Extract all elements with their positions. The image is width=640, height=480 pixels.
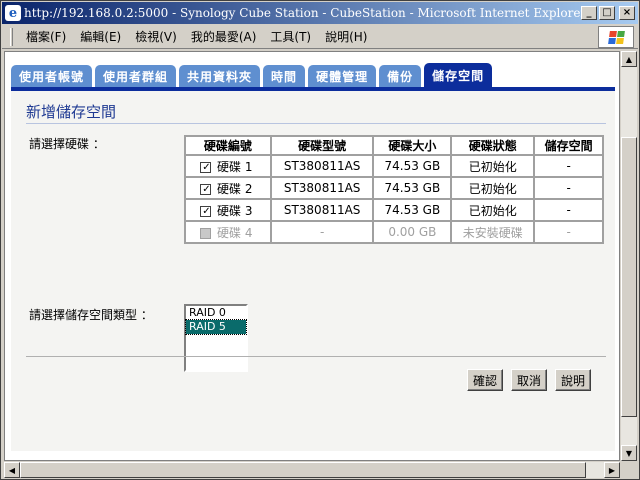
disk-size: 0.00 GB xyxy=(372,220,453,244)
tab-users[interactable]: 使用者帳號 xyxy=(11,65,93,87)
disk-volume: - xyxy=(533,198,604,222)
disk-model: ST380811AS xyxy=(269,198,375,222)
menu-file[interactable]: 檔案(F) xyxy=(19,28,73,45)
disk-model: ST380811AS xyxy=(269,154,375,178)
header-disk-status: 硬碟狀態 xyxy=(450,135,536,156)
tab-groups[interactable]: 使用者群組 xyxy=(95,65,177,87)
horizontal-scroll-thumb[interactable] xyxy=(20,462,586,478)
table-row: 硬碟 2 ST380811AS 74.53 GB 已初始化 - xyxy=(184,176,604,200)
minimize-button[interactable]: _ xyxy=(581,6,597,20)
header-disk-number: 硬碟編號 xyxy=(184,135,272,156)
disk-model: - xyxy=(269,220,375,244)
tab-backup[interactable]: 備份 xyxy=(379,65,422,87)
disk-table: 硬碟編號 硬碟型號 硬碟大小 硬碟狀態 儲存空間 硬碟 1 ST380811AS… xyxy=(184,135,604,244)
disk-number: 硬碟 1 xyxy=(217,159,253,174)
disk-size: 74.53 GB xyxy=(372,154,453,178)
select-disk-label: 請選擇硬碟 ： xyxy=(29,137,105,151)
table-row: 硬碟 4 - 0.00 GB 未安裝硬碟 - xyxy=(184,220,604,244)
menu-bar: 檔案(F) 編輯(E) 檢視(V) 我的最愛(A) 工具(T) 說明(H) xyxy=(2,25,638,49)
divider xyxy=(26,356,606,357)
scroll-right-arrow-icon[interactable]: ▶ xyxy=(604,462,620,478)
disk-number: 硬碟 2 xyxy=(217,181,253,196)
scroll-down-arrow-icon[interactable]: ▼ xyxy=(621,445,637,461)
cancel-button[interactable]: 取消 xyxy=(511,369,548,391)
disk-cell: 硬碟 3 xyxy=(184,198,272,222)
disk-cell: 硬碟 2 xyxy=(184,176,272,200)
scroll-left-arrow-icon[interactable]: ◀ xyxy=(4,462,20,478)
windows-logo-icon xyxy=(598,26,634,48)
disk-model: ST380811AS xyxy=(269,176,375,200)
menu-view[interactable]: 檢視(V) xyxy=(128,28,184,45)
table-header-row: 硬碟編號 硬碟型號 硬碟大小 硬碟狀態 儲存空間 xyxy=(184,135,604,156)
tab-time[interactable]: 時間 xyxy=(263,65,306,87)
tab-shared-folders[interactable]: 共用資料夾 xyxy=(179,65,261,87)
disk-1-checkbox[interactable] xyxy=(200,161,212,173)
horizontal-scrollbar[interactable]: ◀ ▶ xyxy=(4,462,620,478)
close-button[interactable]: × xyxy=(619,6,635,20)
disk-volume: - xyxy=(533,220,604,244)
select-type-label: 請選擇儲存空間類型 ： xyxy=(29,308,153,322)
disk-cell: 硬碟 4 xyxy=(184,220,272,244)
header-disk-model: 硬碟型號 xyxy=(269,135,375,156)
disk-status: 已初始化 xyxy=(450,198,536,222)
page-title: 新增儲存空間 xyxy=(26,103,117,121)
disk-4-checkbox xyxy=(200,227,211,239)
scrollbar-corner xyxy=(621,462,637,478)
storage-panel: 新增儲存空間 請選擇硬碟 ： 硬碟編號 硬碟型號 硬碟大小 硬碟狀態 儲存空間 … xyxy=(11,91,615,451)
internet-explorer-icon: e xyxy=(5,5,21,21)
disk-volume: - xyxy=(533,176,604,200)
window-title: http://192.168.0.2:5000 - Synology Cube … xyxy=(24,6,581,20)
disk-status: 未安裝硬碟 xyxy=(450,220,536,244)
table-row: 硬碟 1 ST380811AS 74.53 GB 已初始化 - xyxy=(184,154,604,178)
browser-window: e http://192.168.0.2:5000 - Synology Cub… xyxy=(0,0,640,480)
header-volume: 儲存空間 xyxy=(533,135,604,156)
menu-favorites[interactable]: 我的最愛(A) xyxy=(184,28,264,45)
disk-status: 已初始化 xyxy=(450,154,536,178)
vertical-scroll-thumb[interactable] xyxy=(621,137,637,417)
disk-number: 硬碟 4 xyxy=(217,225,253,240)
tab-hardware[interactable]: 硬體管理 xyxy=(308,65,377,87)
confirm-button[interactable]: 確認 xyxy=(467,369,504,391)
maximize-button[interactable]: □ xyxy=(599,6,615,20)
disk-size: 74.53 GB xyxy=(372,176,453,200)
disk-cell: 硬碟 1 xyxy=(184,154,272,178)
disk-volume: - xyxy=(533,154,604,178)
header-disk-size: 硬碟大小 xyxy=(372,135,453,156)
raid-0-option[interactable]: RAID 0 xyxy=(186,306,246,320)
table-row: 硬碟 3 ST380811AS 74.53 GB 已初始化 - xyxy=(184,198,604,222)
menu-help[interactable]: 說明(H) xyxy=(318,28,374,45)
vertical-scrollbar[interactable]: ▲ ▼ xyxy=(621,51,637,461)
page-content: 使用者帳號 使用者群組 共用資料夾 時間 硬體管理 備份 儲存空間 新增儲存空間… xyxy=(4,51,620,461)
tab-storage[interactable]: 儲存空間 xyxy=(424,63,493,87)
disk-status: 已初始化 xyxy=(450,176,536,200)
disk-number: 硬碟 3 xyxy=(217,203,253,218)
divider xyxy=(26,123,606,124)
raid-5-option[interactable]: RAID 5 xyxy=(185,319,247,335)
disk-3-checkbox[interactable] xyxy=(200,205,212,217)
scroll-up-arrow-icon[interactable]: ▲ xyxy=(621,51,637,67)
tab-bar: 使用者帳號 使用者群組 共用資料夾 時間 硬體管理 備份 儲存空間 xyxy=(11,63,495,87)
menu-tools[interactable]: 工具(T) xyxy=(263,28,318,45)
help-button[interactable]: 說明 xyxy=(555,369,592,391)
toolbar-grip[interactable] xyxy=(10,27,13,46)
disk-2-checkbox[interactable] xyxy=(200,183,212,195)
title-bar: e http://192.168.0.2:5000 - Synology Cub… xyxy=(2,2,638,24)
raid-type-listbox[interactable]: RAID 0 RAID 5 xyxy=(184,304,248,372)
menu-edit[interactable]: 編輯(E) xyxy=(73,28,128,45)
disk-size: 74.53 GB xyxy=(372,198,453,222)
